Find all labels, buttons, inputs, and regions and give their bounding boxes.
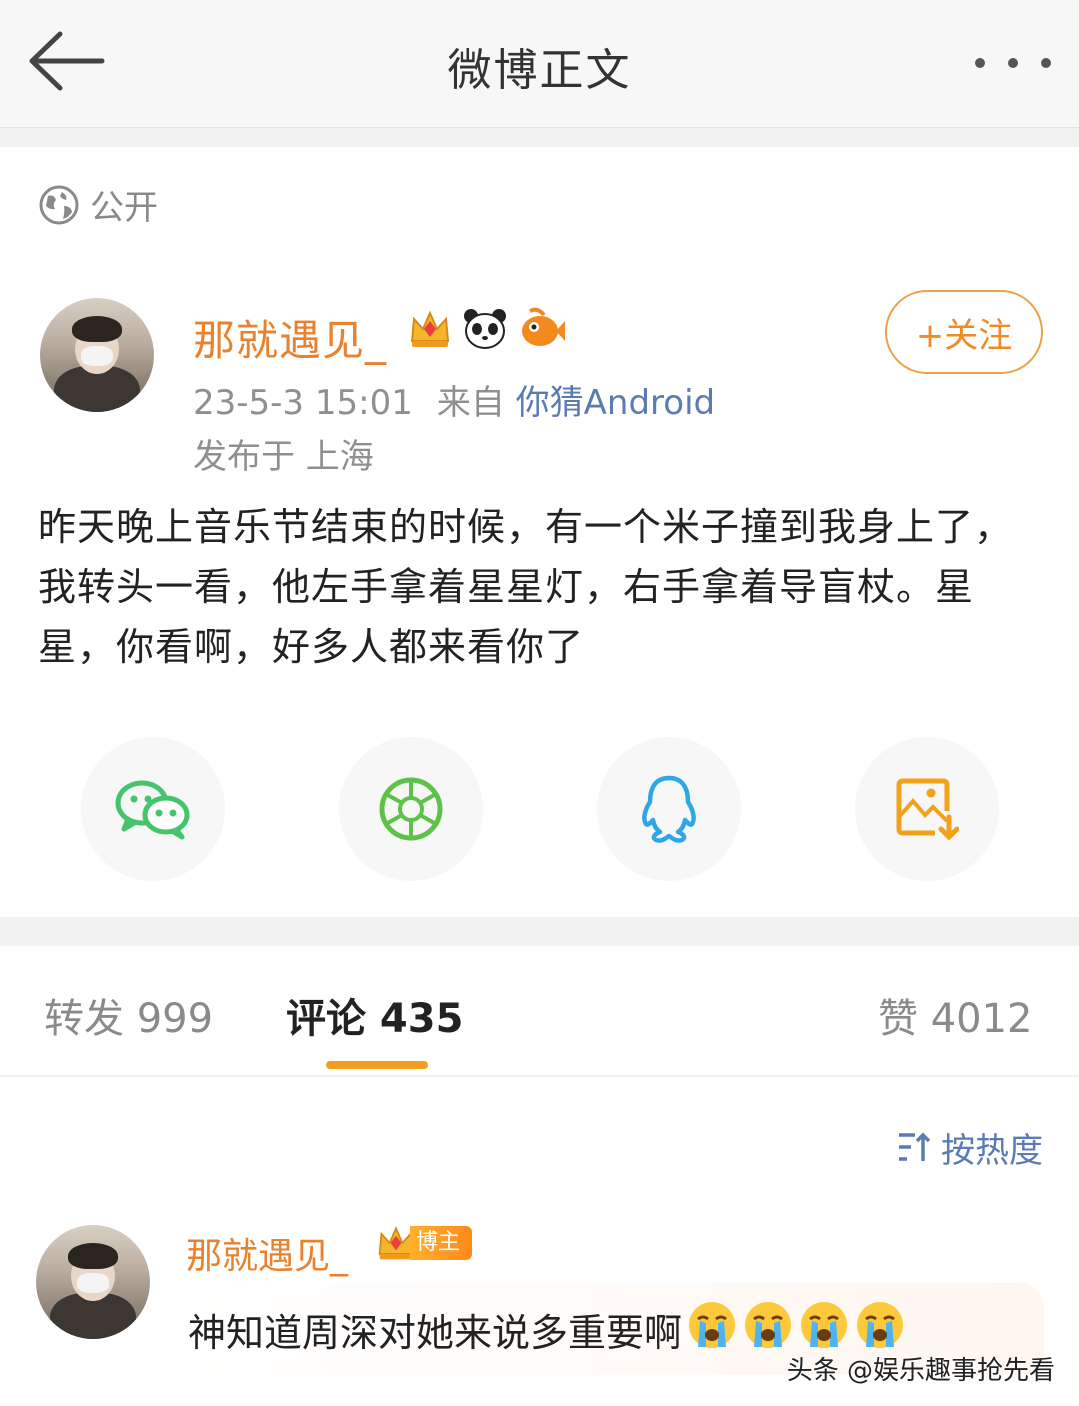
post-meta: 23-5-3 15:01 来自 你猜Android	[193, 375, 715, 424]
post-tabs: 转发 999 评论 435 赞 4012	[0, 946, 1079, 1076]
dot-icon	[975, 58, 985, 68]
author-badges	[408, 307, 566, 351]
crying-emoji-icon	[801, 1302, 848, 1348]
dot-icon	[1041, 58, 1051, 68]
share-moments-button[interactable]	[339, 737, 483, 881]
more-options-button[interactable]	[975, 50, 1051, 76]
share-qq-button[interactable]	[597, 737, 741, 881]
tab-repost[interactable]: 转发 999	[44, 986, 213, 1044]
visibility-label: 公开	[90, 188, 158, 228]
crying-emoji-icon	[689, 1302, 736, 1348]
source-prefix: 来自	[436, 383, 505, 423]
comment-avatar[interactable]	[36, 1225, 150, 1339]
watermark: 头条 @娱乐趣事抢先看	[786, 1356, 1055, 1386]
comment-text: 神知道周深对她来说多重要啊	[188, 1311, 683, 1355]
author-avatar[interactable]	[40, 298, 154, 412]
sort-label: 按热度	[941, 1131, 1043, 1171]
crown-badge-icon	[410, 310, 450, 347]
sort-icon	[899, 1132, 931, 1161]
share-row	[0, 737, 1079, 881]
fish-badge-icon	[522, 307, 565, 346]
comment-author[interactable]: 那就遇见_	[186, 1227, 348, 1279]
top-nav-bar: 微博正文	[0, 0, 1079, 128]
crying-emoji-icon	[857, 1302, 904, 1348]
post-location: 发布于 上海	[193, 437, 374, 477]
post-card: 公开 那就遇见_ +关注 23-5-3 15:01 来自 你猜Android 发…	[0, 147, 1079, 917]
tab-comments[interactable]: 评论 435	[286, 986, 463, 1044]
dot-icon	[1008, 58, 1018, 68]
post-time: 23-5-3 15:01	[193, 383, 413, 423]
tab-likes[interactable]: 赞 4012	[878, 986, 1033, 1044]
follow-button[interactable]: +关注	[885, 290, 1043, 374]
qq-icon	[642, 775, 696, 843]
post-source[interactable]: 你猜Android	[516, 383, 715, 423]
active-tab-indicator	[326, 1061, 428, 1069]
crying-emoji-icon	[745, 1302, 792, 1348]
globe-icon	[39, 185, 79, 224]
author-badge: 博主	[376, 1223, 473, 1263]
blogger-tag: 博主	[410, 1226, 473, 1260]
post-text: 昨天晚上音乐节结束的时候，有一个米子撞到我身上了，我转头一看，他左手拿着星星灯，…	[38, 505, 1014, 669]
panda-badge-icon	[464, 309, 506, 349]
save-image-icon	[896, 778, 959, 841]
author-name[interactable]: 那就遇见_	[193, 307, 387, 368]
moments-icon	[379, 777, 443, 841]
sort-by-hot-button[interactable]: 按热度	[897, 1123, 1043, 1172]
visibility-indicator: 公开	[38, 180, 158, 229]
share-wechat-button[interactable]	[81, 737, 225, 881]
save-image-button[interactable]	[855, 737, 999, 881]
wechat-icon	[115, 780, 190, 840]
page-title: 微博正文	[447, 45, 632, 96]
